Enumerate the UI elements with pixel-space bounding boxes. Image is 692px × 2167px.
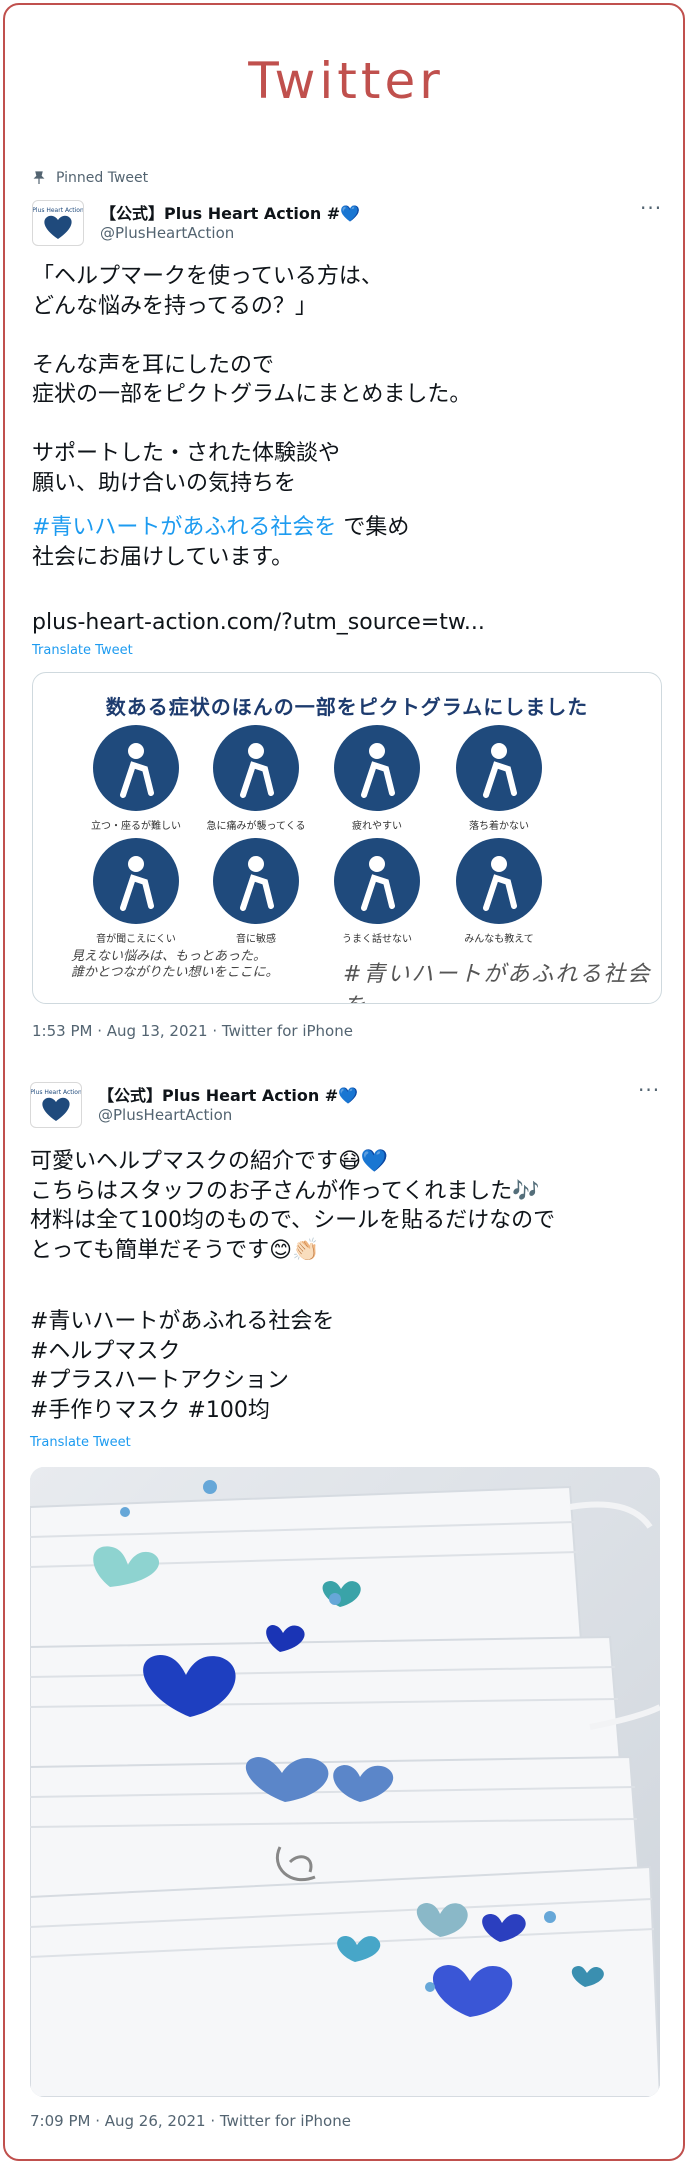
pictogram-label: みんなも教えて bbox=[464, 934, 534, 945]
author-handle[interactable]: @PlusHeartAction bbox=[98, 1106, 232, 1124]
pictogram-card[interactable]: 数ある症状のほんの一部をピクトグラムにしました 立つ・座るが難しい 急に痛みが襲っ… bbox=[32, 672, 662, 1004]
page-title: Twitter bbox=[248, 52, 444, 110]
tweet-text: 可愛いヘルプマスクの紹介です😷💙 こちらはスタッフのお子さんが作ってくれました🎶… bbox=[30, 1149, 556, 1263]
pictogram-icon bbox=[93, 725, 179, 811]
pictogram-label: 急に痛みが襲ってくる bbox=[206, 821, 306, 832]
pin-icon bbox=[33, 171, 45, 184]
pictogram-label: うまく話せない bbox=[342, 934, 412, 945]
pictogram-label: 音に敏感 bbox=[236, 934, 276, 945]
author-handle[interactable]: @PlusHeartAction bbox=[100, 224, 234, 242]
handwritten-hashtag: #青いハートがあふれる社会を bbox=[343, 962, 652, 1003]
mask-photo[interactable] bbox=[30, 1467, 660, 2097]
pictogram-icon bbox=[93, 838, 179, 924]
hashtag-link[interactable]: #青いハートがあふれる社会を bbox=[32, 515, 336, 540]
avatar[interactable]: Plus Heart Action bbox=[30, 1082, 82, 1128]
pictogram-icon bbox=[456, 725, 542, 811]
pictogram-icon bbox=[456, 838, 542, 924]
hashtag-tail: で集め bbox=[336, 515, 410, 540]
tweet-link[interactable]: plus-heart-action.com/?utm_source=tw... bbox=[32, 608, 662, 638]
handwritten-note: 見えない悩みは、もっとあった。 誰かとつながりたい想いをここに。 bbox=[71, 949, 279, 980]
mask-photo-illustration bbox=[30, 1467, 660, 2097]
pictogram-label: 落ち着かない bbox=[469, 821, 529, 832]
more-icon[interactable]: ··· bbox=[640, 196, 662, 220]
more-icon[interactable]: ··· bbox=[638, 1078, 660, 1102]
avatar-logo: Plus Heart Action bbox=[31, 1089, 81, 1121]
author-name[interactable]: 【公式】Plus Heart Action #💙 bbox=[98, 1082, 358, 1106]
pinned-indicator: Pinned Tweet bbox=[32, 170, 148, 186]
pictogram-label: 立つ・座るが難しい bbox=[91, 821, 181, 832]
tweet-hashtags[interactable]: #青いハートがあふれる社会を #ヘルプマスク #プラスハートアクション #手作り… bbox=[30, 1307, 670, 1425]
pictogram-icon bbox=[334, 838, 420, 924]
translate-button[interactable]: Translate Tweet bbox=[32, 643, 133, 658]
svg-text:Plus Heart Action: Plus Heart Action bbox=[33, 207, 83, 214]
tweet-timestamp[interactable]: 7:09 PM · Aug 26, 2021 · Twitter for iPh… bbox=[30, 2112, 351, 2130]
pictogram-label: 疲れやすい bbox=[352, 821, 402, 832]
translate-button[interactable]: Translate Tweet bbox=[30, 1435, 131, 1450]
avatar[interactable]: Plus Heart Action bbox=[32, 200, 84, 246]
svg-text:Plus Heart Action: Plus Heart Action bbox=[31, 1089, 81, 1096]
pictogram-icon bbox=[213, 838, 299, 924]
pinned-label: Pinned Tweet bbox=[56, 170, 149, 186]
pictogram-label: 音が聞こえにくい bbox=[96, 934, 176, 945]
author-name[interactable]: 【公式】Plus Heart Action #💙 bbox=[100, 200, 360, 224]
tweet-timestamp[interactable]: 1:53 PM · Aug 13, 2021 · Twitter for iPh… bbox=[32, 1022, 353, 1040]
pictogram-icon bbox=[213, 725, 299, 811]
card-title: 数ある症状のほんの一部をピクトグラムにしました bbox=[105, 695, 589, 719]
tweet-text-after: 社会にお届けしています。 bbox=[32, 545, 294, 570]
avatar-logo: Plus Heart Action bbox=[33, 207, 83, 239]
tweet-text: 「ヘルプマークを使っている方は、 どんな悩みを持ってるの？」 そんな声を耳にした… bbox=[32, 264, 472, 496]
tweet-hashtag-line: #青いハートがあふれる社会を で集め bbox=[32, 513, 662, 543]
pictogram-icon bbox=[334, 725, 420, 811]
